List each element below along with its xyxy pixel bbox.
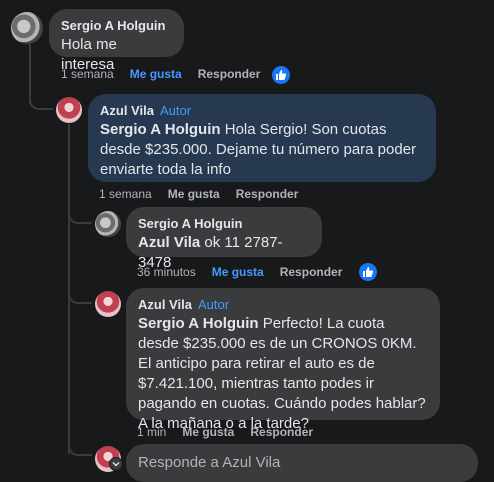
thread-connector-3: [68, 288, 92, 304]
like-button[interactable]: Me gusta: [130, 67, 182, 81]
author-badge: Autor: [159, 103, 192, 118]
comment-actions: 1 semana Me gusta Responder: [61, 67, 260, 81]
reply-input[interactable]: Responde a Azul Vila: [126, 444, 478, 482]
comment-time[interactable]: 1 semana: [61, 67, 114, 81]
thumbs-up-icon: [363, 267, 374, 277]
comment-author[interactable]: Azul Vila Autor: [138, 296, 428, 314]
reply-button[interactable]: Responder: [236, 187, 299, 201]
thumbs-up-icon: [276, 70, 287, 80]
comment-text: Sergio A Holguin Perfecto! La cuota desd…: [138, 315, 426, 432]
author-badge: Autor: [197, 297, 230, 312]
comment-bubble: Sergio A Holguin Hola me interesa: [49, 9, 184, 73]
comment-actions: 1 min Me gusta Responder: [137, 425, 313, 439]
reply-button[interactable]: Responder: [198, 67, 261, 81]
thread-connector-1: [29, 94, 53, 110]
avatar[interactable]: [95, 211, 121, 237]
comment-bubble: Azul Vila Autor Sergio A Holguin Hola Se…: [88, 94, 436, 182]
comment-bubble: Azul Vila Autor Sergio A Holguin Perfect…: [126, 288, 440, 432]
mention-link[interactable]: Sergio A Holguin: [138, 315, 259, 332]
comment-author[interactable]: Azul Vila Autor: [100, 102, 424, 120]
comment-time[interactable]: 1 semana: [99, 187, 152, 201]
like-button[interactable]: Me gusta: [212, 265, 264, 279]
reply-button[interactable]: Responder: [250, 425, 313, 439]
like-button[interactable]: Me gusta: [168, 187, 220, 201]
avatar-options-button[interactable]: [109, 457, 123, 471]
like-reaction[interactable]: [270, 64, 292, 86]
avatar[interactable]: [11, 12, 43, 44]
like-button[interactable]: Me gusta: [182, 425, 234, 439]
thread-connector-4: [68, 440, 92, 456]
mention-link[interactable]: Azul Vila: [138, 234, 200, 251]
comment-actions: 1 semana Me gusta Responder: [99, 187, 298, 201]
avatar[interactable]: [56, 97, 82, 123]
comment-time[interactable]: 1 min: [137, 425, 166, 439]
thread-connector-2: [68, 208, 92, 224]
comment-author[interactable]: Sergio A Holguin: [138, 215, 310, 233]
comment-actions: 36 minutos Me gusta Responder: [137, 265, 342, 279]
reply-button[interactable]: Responder: [280, 265, 343, 279]
reply-input-placeholder: Responde a Azul Vila: [138, 454, 281, 471]
comment-time[interactable]: 36 minutos: [137, 265, 196, 279]
chevron-down-icon: [112, 462, 120, 467]
like-reaction[interactable]: [357, 261, 379, 283]
comment-bubble: Sergio A Holguin Azul Vila ok 11 2787-34…: [126, 207, 322, 271]
mention-link[interactable]: Sergio A Holguin: [100, 121, 221, 138]
comment-text: Sergio A Holguin Hola Sergio! Son cuotas…: [100, 121, 417, 178]
comment-author[interactable]: Sergio A Holguin: [61, 17, 172, 35]
avatar[interactable]: [95, 291, 121, 317]
